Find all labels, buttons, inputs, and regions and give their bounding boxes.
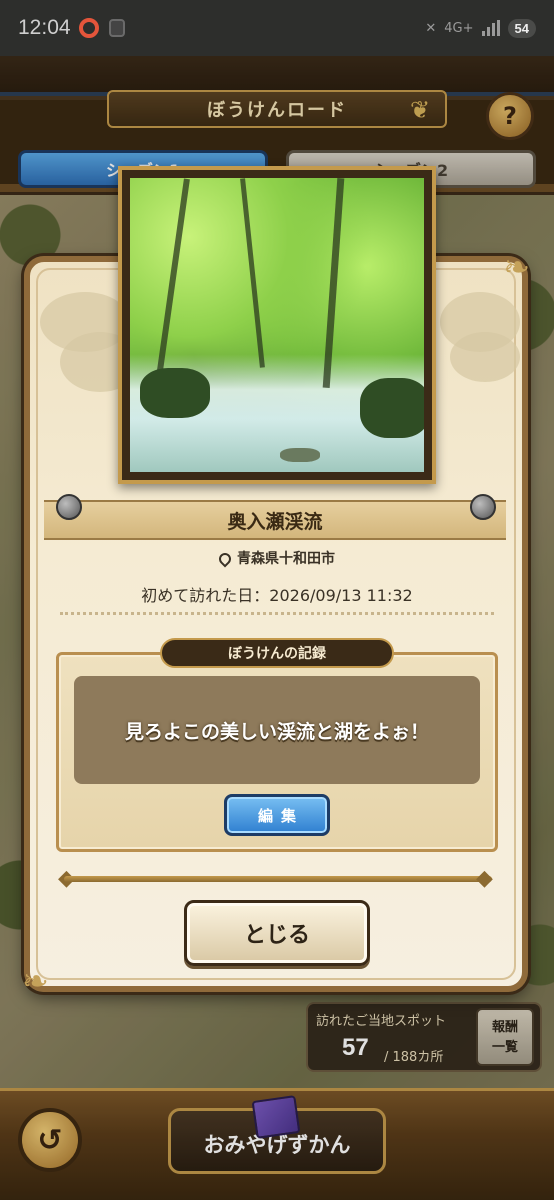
signal-icon xyxy=(481,20,500,36)
location-pin-icon xyxy=(216,550,234,568)
app-notification-icon xyxy=(108,19,125,37)
cloud-decoration xyxy=(450,332,520,382)
adventure-record-title: ぼうけんの記録 xyxy=(160,638,394,668)
spot-location: 青森県十和田市 xyxy=(0,548,554,568)
status-time: 12:04 xyxy=(18,16,71,39)
status-right: ✕ 4G+ 54 xyxy=(425,18,536,38)
adventure-record-text: 見ろよこの美しい渓流と湖をよぉ！ xyxy=(74,676,480,784)
network-type: 4G+ xyxy=(444,20,474,36)
corner-ornament-icon: ❧ xyxy=(22,962,49,1000)
spot-photo xyxy=(130,178,424,472)
battery-level: 54 xyxy=(507,18,536,38)
ornament-divider xyxy=(64,876,492,882)
first-visit-date: 初めて訪れた日：2026/09/13 11:32 xyxy=(141,586,413,605)
spot-photo-frame xyxy=(118,166,436,484)
spot-location-text: 青森県十和田市 xyxy=(237,551,335,567)
record-indicator-icon xyxy=(78,18,99,38)
spot-name-banner: 奥入瀬渓流 xyxy=(44,500,506,540)
edit-button[interactable]: 編集 xyxy=(224,794,330,836)
pin-left-icon xyxy=(56,494,82,520)
close-button[interactable]: とじる xyxy=(184,900,370,966)
corner-ornament-icon: ❧ xyxy=(503,248,530,286)
dotted-divider xyxy=(60,612,494,615)
status-bar: 12:04 ✕ 4G+ 54 xyxy=(0,0,554,56)
pin-right-icon xyxy=(470,494,496,520)
divider-right-icon: ◆ xyxy=(476,866,493,891)
mute-icon: ✕ xyxy=(425,20,437,36)
